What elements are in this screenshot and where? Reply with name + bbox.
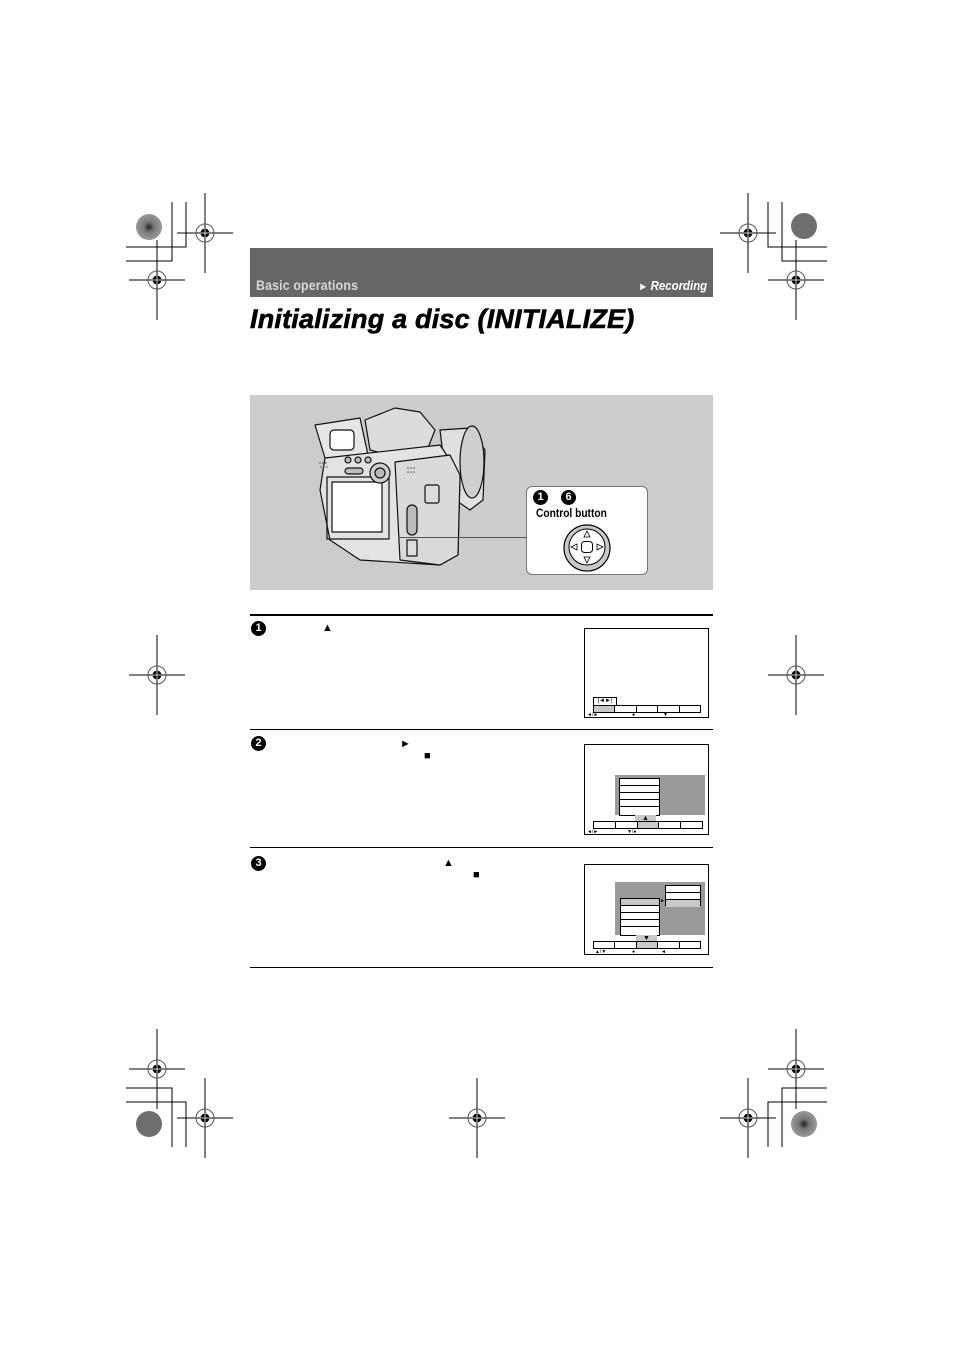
color-target-icon <box>791 213 817 239</box>
hint-up-down: ▲/▼ <box>595 949 607 955</box>
color-target-icon <box>791 1111 817 1137</box>
submenu-item[interactable] <box>621 927 659 934</box>
submenu-list <box>620 898 660 936</box>
registration-mark-icon <box>176 1077 234 1159</box>
registration-mark-icon <box>176 192 234 274</box>
step-number-badge: 1 <box>251 621 266 636</box>
hint-down-select: ▼/● <box>627 829 637 835</box>
page-title: Initializing a disc (INITIALIZE) <box>250 304 635 335</box>
registration-mark-icon <box>448 1077 506 1159</box>
play-arrow-icon: ► <box>638 281 648 293</box>
hint-select: ● <box>632 949 636 955</box>
registration-mark-icon <box>767 1028 825 1110</box>
submenu-list <box>619 778 660 816</box>
hint-down: ▼ <box>663 712 668 718</box>
color-target-icon <box>136 1111 162 1137</box>
option-item[interactable] <box>666 886 700 893</box>
registration-mark-icon <box>128 239 186 321</box>
menu-tab[interactable] <box>615 821 638 829</box>
hint-left-right: ◄/► <box>587 712 599 718</box>
skip-next-icon: ►| <box>605 698 613 704</box>
color-target-icon <box>136 214 162 240</box>
menu-bar <box>593 821 703 829</box>
divider <box>250 967 713 968</box>
subsection-text: Recording <box>650 278 707 293</box>
menu-tab[interactable] <box>593 821 616 829</box>
menu-tab[interactable] <box>636 705 659 713</box>
option-item[interactable] <box>666 893 700 900</box>
skip-prev-icon: |◄ <box>597 698 606 704</box>
lcd-screen-step-2: ▲ ◄/► ▼/● <box>584 744 709 835</box>
option-list <box>665 885 701 907</box>
step-ref-badge: 6 <box>561 490 576 505</box>
option-item-selected[interactable] <box>666 900 700 907</box>
submenu-item[interactable] <box>621 920 659 927</box>
step-number-badge: 2 <box>251 736 266 751</box>
registration-mark-icon <box>128 1028 186 1110</box>
lcd-screen-step-1: |◄►| ◄/► ● ▼ <box>584 628 709 718</box>
up-triangle-icon: ▲ <box>322 622 333 634</box>
submenu-item[interactable] <box>620 800 659 807</box>
submenu-item[interactable] <box>620 807 659 814</box>
submenu-item[interactable] <box>620 786 659 793</box>
stop-square-icon: ■ <box>473 869 480 881</box>
registration-mark-icon <box>128 634 186 716</box>
menu-tab[interactable] <box>658 941 680 949</box>
menu-tab[interactable] <box>679 941 702 949</box>
control-button-icon <box>563 524 611 572</box>
menu-bar <box>593 705 702 713</box>
divider <box>250 847 713 848</box>
crop-marks <box>126 192 827 1159</box>
divider <box>250 614 713 616</box>
registration-mark-icon <box>767 634 825 716</box>
camera-illustration <box>314 407 486 566</box>
lcd-screen-step-3: ► ▼ ▲/▼ ● ◄ <box>584 864 709 955</box>
right-triangle-icon: ► <box>400 738 411 750</box>
menu-tab[interactable] <box>659 821 682 829</box>
hint-select: ● <box>632 712 636 718</box>
up-triangle-icon: ▲ <box>443 857 454 869</box>
callout-label: Control button <box>536 506 607 520</box>
submenu-item-selected[interactable] <box>621 899 659 906</box>
menu-tab[interactable] <box>637 821 660 829</box>
submenu-item[interactable] <box>620 793 659 800</box>
stop-square-icon: ■ <box>424 750 431 762</box>
registration-mark-icon <box>767 239 825 321</box>
menu-bar <box>593 941 702 949</box>
submenu-item[interactable] <box>621 906 659 913</box>
menu-tab[interactable] <box>636 941 659 949</box>
menu-tab[interactable] <box>615 941 637 949</box>
callout-leader-line <box>398 537 527 538</box>
submenu-item[interactable] <box>620 779 659 786</box>
menu-tab[interactable] <box>681 821 703 829</box>
divider <box>250 729 713 730</box>
menu-tab[interactable] <box>679 705 702 713</box>
control-button-callout: 1 6 Control button <box>526 486 648 575</box>
section-label: Basic operations <box>256 277 359 293</box>
submenu-item[interactable] <box>621 913 659 920</box>
hint-left: ◄ <box>661 949 666 955</box>
subsection-label: ► Recording <box>638 278 707 293</box>
step-number-badge: 3 <box>251 856 266 871</box>
step-ref-badge: 1 <box>533 490 548 505</box>
menu-tab[interactable] <box>593 941 616 949</box>
menu-tab[interactable] <box>658 705 680 713</box>
hint-left-right: ◄/► <box>587 829 599 835</box>
